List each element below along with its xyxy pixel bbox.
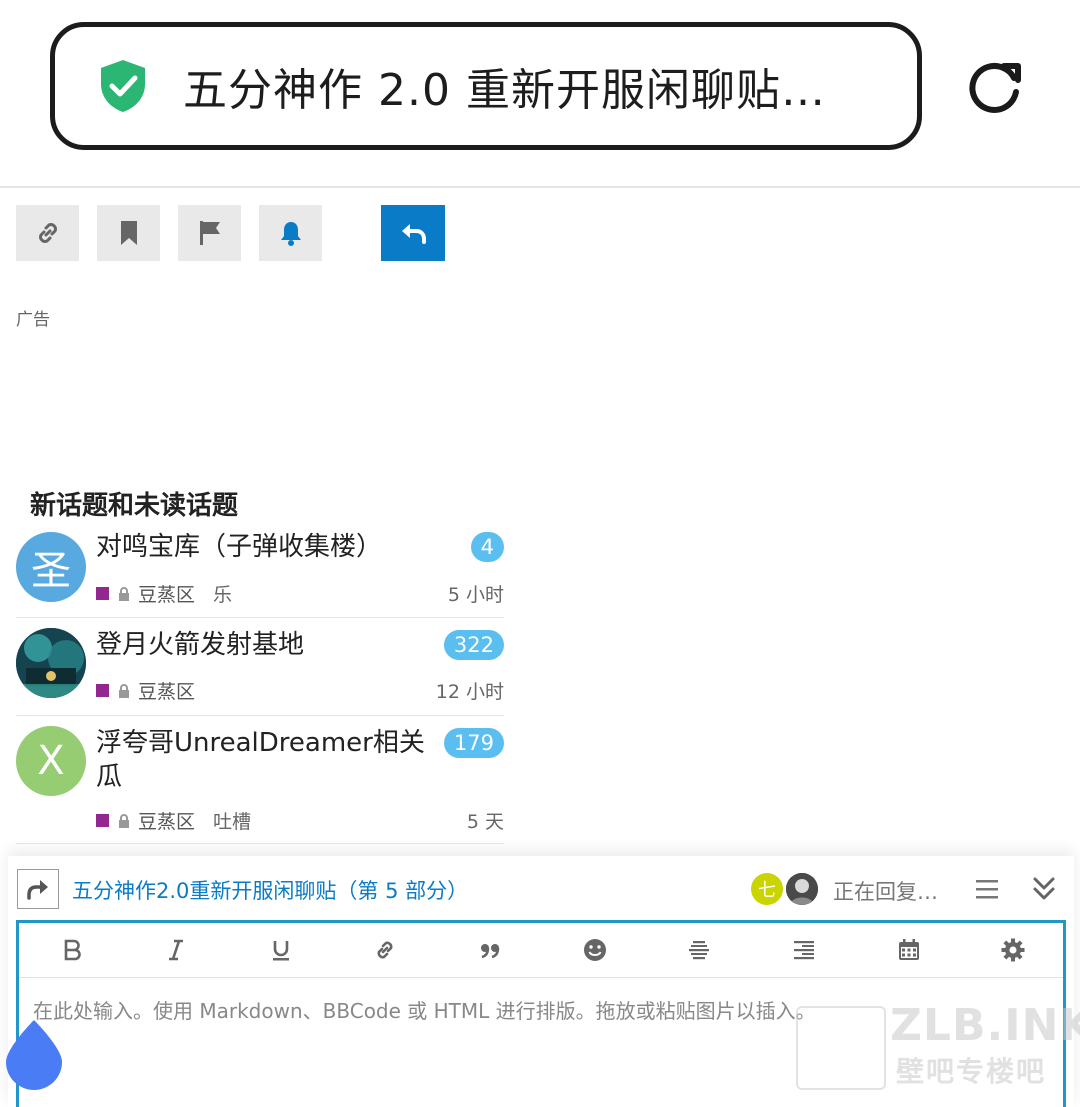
italic-icon	[169, 939, 183, 961]
topic-meta: 豆蒸区 吐槽	[96, 807, 251, 834]
gear-icon	[1001, 938, 1025, 962]
lock-icon	[119, 813, 129, 828]
category-name[interactable]: 豆蒸区	[138, 677, 195, 704]
lock-icon	[119, 683, 129, 698]
bell-icon	[280, 222, 301, 246]
italic-button[interactable]	[163, 937, 189, 963]
bold-icon	[64, 939, 81, 961]
topic-time: 12 小时	[435, 681, 504, 703]
topic-time: 5 天	[466, 811, 504, 833]
composer-actions-button[interactable]	[17, 869, 59, 909]
insert-date-button[interactable]	[896, 937, 922, 963]
align-right-icon	[794, 941, 814, 960]
topic-title[interactable]: 登月火箭发射基地	[96, 628, 426, 662]
smile-icon	[584, 939, 606, 961]
underline-icon	[273, 941, 289, 961]
notification-button[interactable]	[259, 205, 322, 261]
reply-arrow-icon	[402, 224, 426, 244]
category-color-icon	[96, 684, 109, 697]
menu-icon[interactable]	[974, 876, 1000, 902]
options-button[interactable]	[1000, 937, 1026, 963]
refresh-icon[interactable]	[966, 58, 1024, 116]
calendar-icon	[899, 939, 919, 960]
share-link-button[interactable]	[16, 205, 79, 261]
topic-item[interactable]: 圣 对鸣宝库（子弹收集楼） 4 豆蒸区 乐 5 小时	[16, 530, 504, 618]
watermark-text: ZLB.INK	[890, 1000, 1080, 1051]
link-icon	[377, 941, 393, 959]
flag-icon	[199, 221, 220, 245]
page-title: 五分神作 2.0 重新开服闲聊贴…	[183, 65, 826, 116]
bold-button[interactable]	[59, 937, 85, 963]
editor-toolbar	[19, 923, 1063, 978]
category-name[interactable]: 豆蒸区	[138, 580, 195, 607]
underline-button[interactable]	[268, 937, 294, 963]
reply-topic-link[interactable]: 五分神作2.0重新开服闲聊贴（第 5 部分）	[72, 875, 468, 905]
landscape-avatar-icon	[16, 628, 86, 698]
category-color-icon	[96, 814, 109, 827]
right-align-button[interactable]	[791, 937, 817, 963]
category-color-icon	[96, 587, 109, 600]
secure-shield-icon	[101, 60, 145, 112]
lock-icon	[119, 586, 129, 601]
ad-label: 广告	[16, 310, 50, 330]
unread-badge[interactable]: 322	[443, 630, 504, 660]
category-name[interactable]: 豆蒸区	[138, 807, 195, 834]
unread-badge[interactable]: 179	[443, 728, 504, 758]
link-button[interactable]	[372, 937, 398, 963]
address-bar[interactable]: 五分神作 2.0 重新开服闲聊贴…	[50, 22, 922, 150]
quote-button[interactable]	[477, 937, 503, 963]
avatar	[786, 873, 818, 905]
section-title: 新话题和未读话题	[30, 491, 239, 521]
link-icon	[38, 223, 57, 243]
topic-meta: 豆蒸区 乐	[96, 580, 232, 607]
topic-tag[interactable]: 吐槽	[213, 807, 251, 834]
topic-title[interactable]: 浮夸哥UnrealDreamer相关瓜	[96, 726, 426, 794]
editor-input[interactable]: 在此处输入。使用 Markdown、BBCode 或 HTML 进行排版。拖放或…	[33, 995, 816, 1024]
unread-badge[interactable]: 4	[470, 532, 504, 562]
watermark-logo	[796, 1006, 886, 1090]
bookmark-button[interactable]	[97, 205, 160, 261]
avatar: 圣	[16, 532, 86, 602]
avatar: X	[16, 726, 86, 796]
topic-meta: 豆蒸区	[96, 677, 195, 704]
bookmark-icon	[120, 221, 137, 245]
topic-item[interactable]: X 浮夸哥UnrealDreamer相关瓜 179 豆蒸区 吐槽 5 天	[16, 724, 504, 844]
watermark: ZLB.INK 壁吧专楼吧	[796, 1000, 1080, 1090]
replying-status: 正在回复…	[833, 880, 938, 904]
quote-icon	[481, 944, 500, 959]
topic-item[interactable]: 登月火箭发射基地 322 豆蒸区 12 小时	[16, 626, 504, 716]
watermark-subtext: 壁吧专楼吧	[896, 1055, 1047, 1088]
user-avatar-icon	[786, 873, 818, 905]
topic-title[interactable]: 对鸣宝库（子弹收集楼）	[96, 530, 426, 564]
topic-tag[interactable]: 乐	[213, 580, 232, 607]
drag-handle-icon[interactable]	[4, 1018, 64, 1090]
avatar: 七	[751, 873, 783, 905]
avatar	[16, 628, 86, 698]
forward-arrow-icon	[27, 880, 48, 900]
divider	[0, 186, 1080, 188]
reply-button[interactable]	[381, 205, 445, 261]
collapse-icon[interactable]	[1031, 874, 1057, 904]
strikethrough-icon	[689, 941, 709, 960]
topic-time: 5 小时	[447, 584, 504, 606]
center-align-button[interactable]	[686, 937, 712, 963]
emoji-button[interactable]	[582, 937, 608, 963]
flag-button[interactable]	[178, 205, 241, 261]
